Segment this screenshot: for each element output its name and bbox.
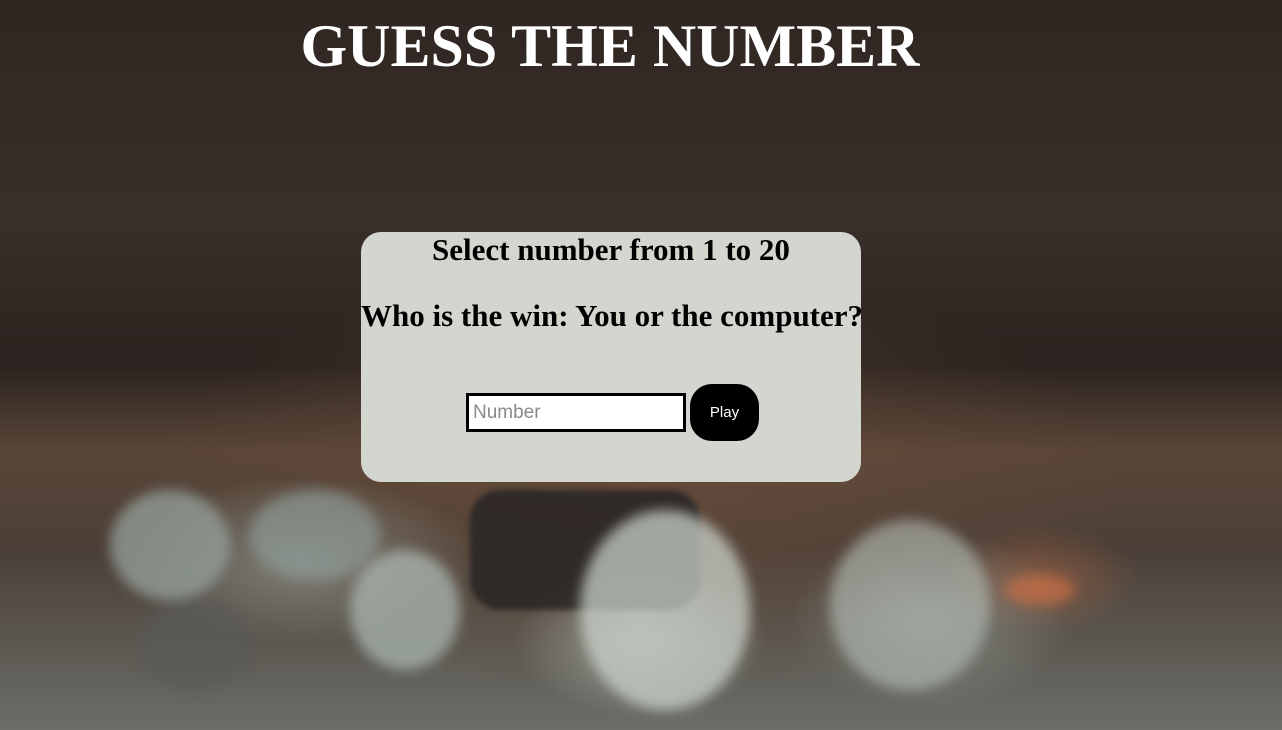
background-dice-blur — [110, 490, 230, 600]
game-card: Select number from 1 to 20 Who is the wi… — [361, 232, 864, 482]
play-button[interactable]: Play — [690, 384, 759, 441]
question-text: Who is the win: You or the computer? — [361, 298, 864, 333]
number-input[interactable] — [466, 393, 686, 432]
background-dice-blur — [250, 490, 380, 580]
page-title: GUESS THE NUMBER — [300, 13, 920, 79]
play-form: Play — [466, 384, 759, 441]
background-dice-blur — [350, 550, 460, 670]
background-dice-blur — [140, 600, 250, 690]
background-dice-blur — [1005, 575, 1075, 605]
background-dice-blur — [830, 520, 990, 690]
instruction-text: Select number from 1 to 20 — [432, 232, 790, 267]
background-dice-blur — [580, 510, 750, 710]
